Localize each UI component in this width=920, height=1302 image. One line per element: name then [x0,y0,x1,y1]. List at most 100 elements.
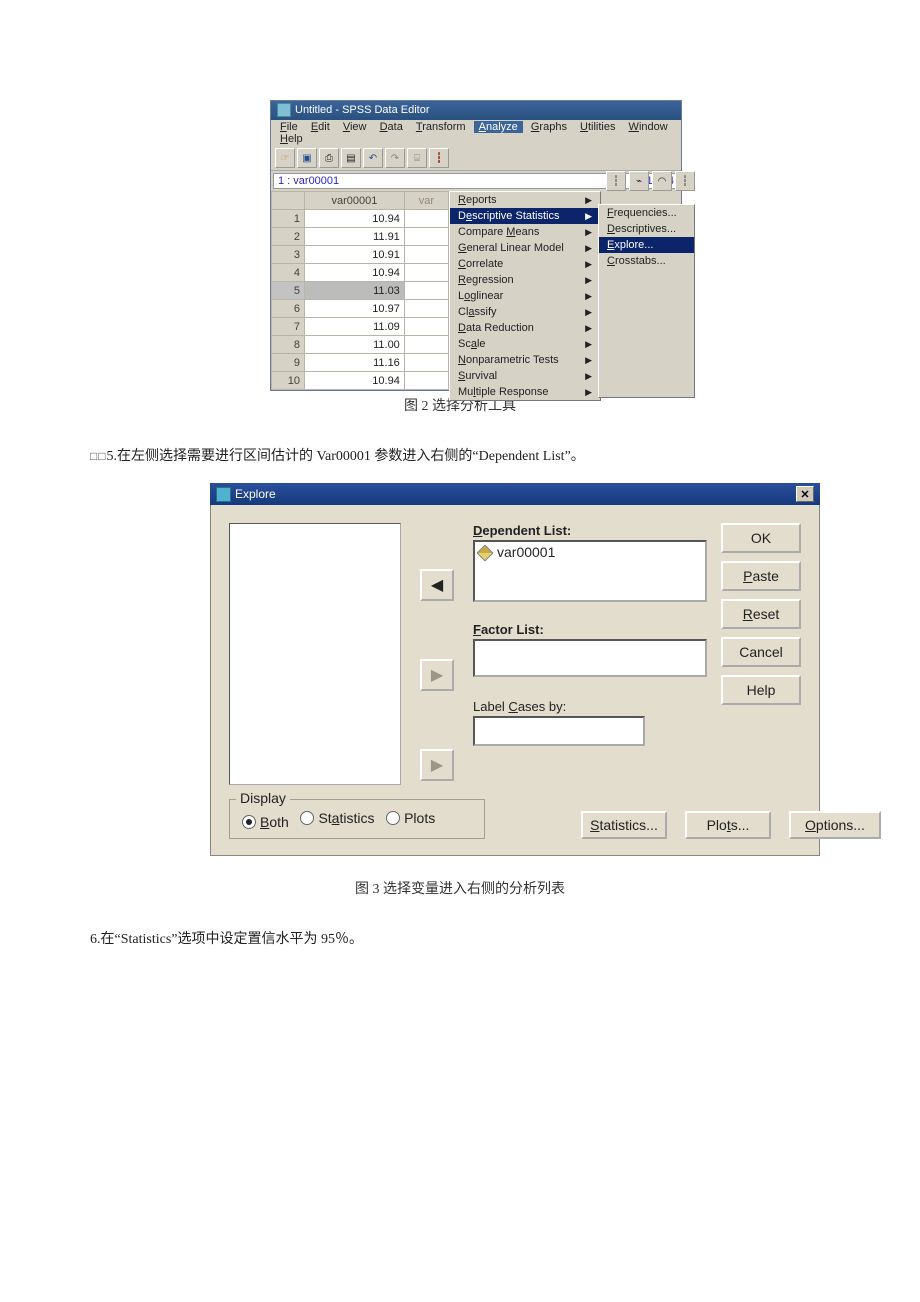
analyze-dropdown[interactable]: Reports▶ Descriptive Statistics▶ Compare… [449,191,601,401]
menu-data-reduction[interactable]: Data Reduction▶ [450,320,600,336]
row-header[interactable]: 9 [272,354,305,372]
data-cell[interactable] [404,210,448,228]
move-to-label-button[interactable]: ▶ [420,749,454,781]
options-button[interactable]: Options... [789,811,881,839]
row-header[interactable]: 6 [272,300,305,318]
help-button[interactable]: Help [721,675,801,705]
data-cell[interactable] [404,228,448,246]
menu-window[interactable]: Window [624,121,673,133]
menu-nonparametric[interactable]: Nonparametric Tests▶ [450,352,600,368]
menu-view[interactable]: View [338,121,372,133]
col-header-empty[interactable]: var [404,192,448,210]
table-row[interactable]: 511.03 [272,282,449,300]
data-cell[interactable] [404,264,448,282]
display-both-radio[interactable]: Both [242,814,289,830]
open-icon[interactable]: ☞ [275,148,295,168]
menu-loglinear[interactable]: Loglinear▶ [450,288,600,304]
series-icon[interactable]: ⌁ [629,171,649,191]
cancel-button[interactable]: Cancel [721,637,801,667]
menu-compare-means[interactable]: Compare Means▶ [450,224,600,240]
menu-utilities[interactable]: Utilities [575,121,620,133]
menu-classify[interactable]: Classify▶ [450,304,600,320]
redo-icon[interactable]: ↷ [385,148,405,168]
menu-analyze[interactable]: Analyze [474,121,523,133]
table-row[interactable]: 1010.94 [272,372,449,390]
table-row[interactable]: 811.00 [272,336,449,354]
data-cell[interactable]: 11.91 [305,228,405,246]
data-cell[interactable] [404,318,448,336]
dependent-list[interactable]: var00001 [473,540,707,602]
bars-icon[interactable]: ┇ [429,148,449,168]
data-cell[interactable]: 10.94 [305,264,405,282]
sort-icon[interactable]: ┆ [606,171,626,191]
label-cases-list[interactable] [473,716,645,746]
reset-button[interactable]: Reset [721,599,801,629]
print-icon[interactable]: ⎙ [319,148,339,168]
table-row[interactable]: 911.16 [272,354,449,372]
plots-button[interactable]: Plots... [685,811,771,839]
data-cell[interactable]: 11.00 [305,336,405,354]
data-cell[interactable]: 10.94 [305,210,405,228]
menu-descriptive-statistics[interactable]: Descriptive Statistics▶ [450,208,600,224]
row-header[interactable]: 7 [272,318,305,336]
data-cell[interactable] [404,336,448,354]
menu-survival[interactable]: Survival▶ [450,368,600,384]
col-header-var00001[interactable]: var00001 [305,192,405,210]
display-plots-radio[interactable]: Plots [386,810,435,826]
data-cell[interactable] [404,354,448,372]
menu-edit[interactable]: Edit [306,121,335,133]
row-header[interactable]: 1 [272,210,305,228]
submenu-descriptives[interactable]: Descriptives... [599,221,694,237]
submenu-frequencies[interactable]: Frequencies... [599,205,694,221]
menu-transform[interactable]: Transform [411,121,471,133]
menu-data[interactable]: Data [375,121,408,133]
data-cell[interactable] [404,246,448,264]
factor-list[interactable] [473,639,707,677]
table-row[interactable]: 110.94 [272,210,449,228]
data-cell[interactable]: 11.09 [305,318,405,336]
data-cell[interactable] [404,372,448,390]
table-row[interactable]: 711.09 [272,318,449,336]
row-header[interactable]: 8 [272,336,305,354]
dialog-icon[interactable]: ▤ [341,148,361,168]
menu-general-linear-model[interactable]: General Linear Model▶ [450,240,600,256]
spss-menubar[interactable]: File Edit View Data Transform Analyze Gr… [271,120,681,146]
menu-graphs[interactable]: Graphs [526,121,572,133]
undo-icon[interactable]: ↶ [363,148,383,168]
menu-help[interactable]: Help [275,133,308,145]
move-to-factor-button[interactable]: ▶ [420,659,454,691]
table-row[interactable]: 610.97 [272,300,449,318]
display-statistics-radio[interactable]: Statistics [300,810,374,826]
descriptive-submenu[interactable]: Frequencies... Descriptives... Explore..… [598,204,695,398]
menu-reports[interactable]: Reports▶ [450,192,600,208]
row-header[interactable]: 3 [272,246,305,264]
row-header[interactable]: 2 [272,228,305,246]
spss-data-grid[interactable]: var00001 var 110.94 211.91 310.91 410.94… [271,191,450,390]
row-header[interactable]: 10 [272,372,305,390]
table-row[interactable]: 211.91 [272,228,449,246]
clip-icon[interactable]: ┆ [675,171,695,191]
submenu-explore[interactable]: Explore... [599,237,694,253]
ok-button[interactable]: OK [721,523,801,553]
close-button[interactable]: ✕ [796,486,814,502]
menu-scale[interactable]: Scale▶ [450,336,600,352]
data-cell[interactable] [404,300,448,318]
paste-button[interactable]: Paste [721,561,801,591]
data-cell[interactable]: 10.97 [305,300,405,318]
menu-multiple-response[interactable]: Multiple Response▶ [450,384,600,400]
data-cell[interactable]: 10.94 [305,372,405,390]
chart-icon[interactable]: ⌸ [407,148,427,168]
row-header[interactable]: 5 [272,282,305,300]
menu-file[interactable]: File [275,121,303,133]
submenu-crosstabs[interactable]: Crosstabs... [599,253,694,269]
table-row[interactable]: 310.91 [272,246,449,264]
row-header[interactable]: 4 [272,264,305,282]
data-cell[interactable]: 11.16 [305,354,405,372]
data-cell[interactable]: 11.03 [305,282,405,300]
menu-correlate[interactable]: Correlate▶ [450,256,600,272]
save-icon[interactable]: ▣ [297,148,317,168]
menu-regression[interactable]: Regression▶ [450,272,600,288]
data-cell[interactable] [404,282,448,300]
table-row[interactable]: 410.94 [272,264,449,282]
source-variable-list[interactable] [229,523,401,785]
